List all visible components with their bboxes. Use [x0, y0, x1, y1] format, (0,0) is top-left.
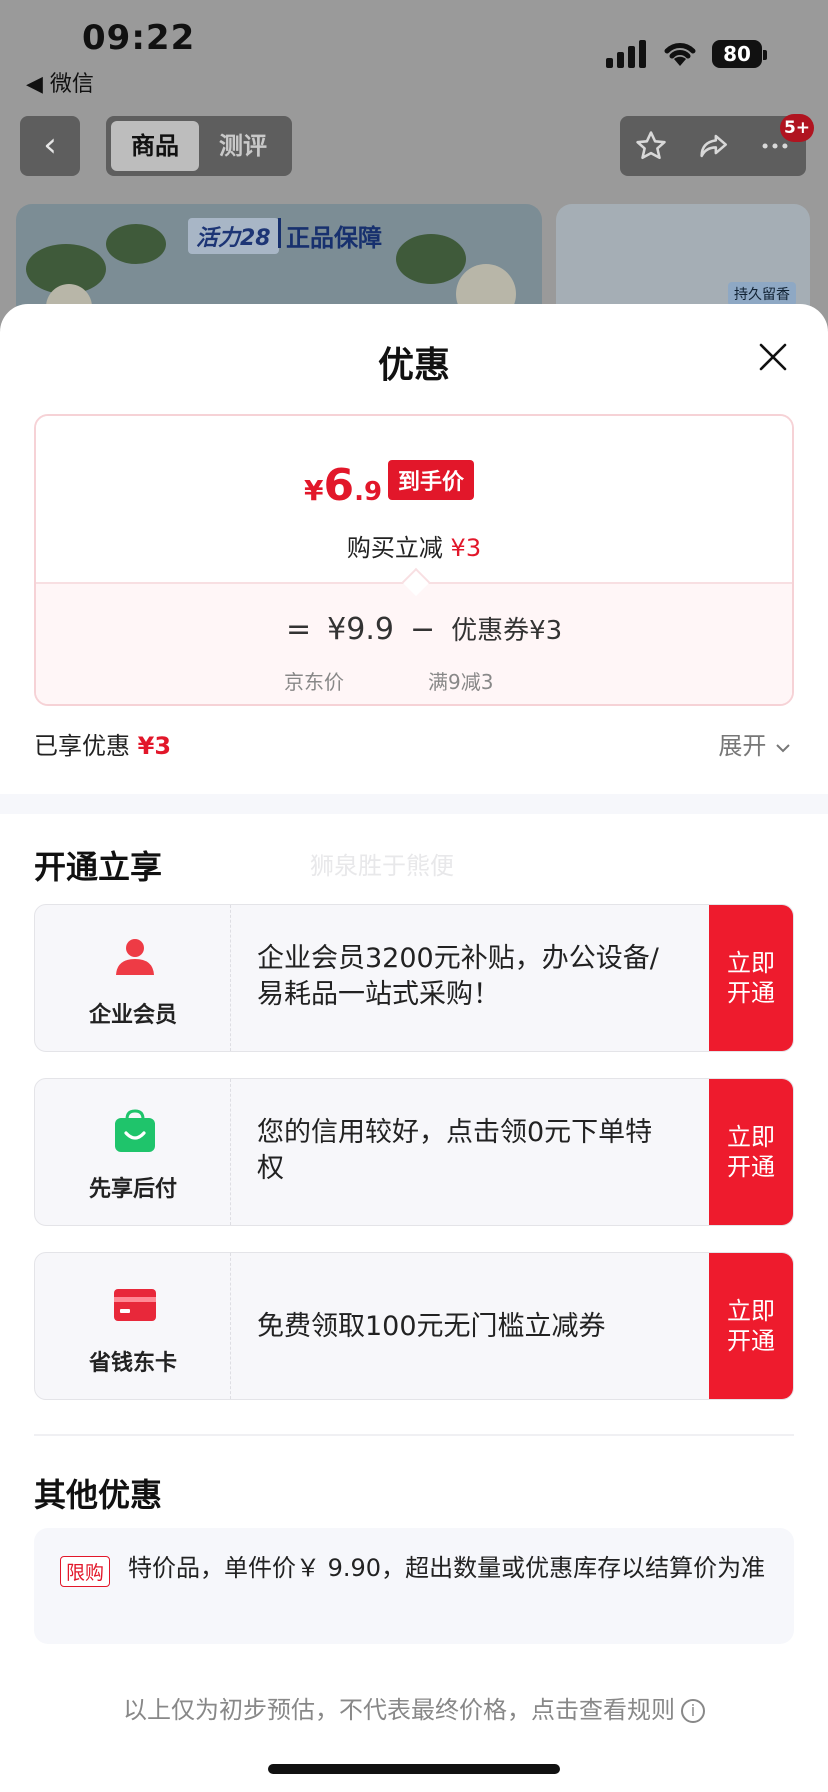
signal-icon — [606, 40, 648, 68]
open-now-button[interactable]: 立即开通 — [709, 905, 793, 1051]
offer-left: 企业会员 — [35, 905, 231, 1051]
open-section-title: 开通立享 — [34, 848, 163, 886]
tab-product[interactable]: 商品 — [111, 121, 199, 171]
offer-enterprise-member[interactable]: 企业会员 企业会员3200元补贴，办公设备/易耗品一站式采购！ 立即开通 — [34, 904, 794, 1052]
person-icon — [116, 939, 154, 975]
final-price-tag: 到手价 — [388, 460, 475, 500]
banner-tag: 持久留香 — [728, 282, 796, 306]
watermark: 狮泉胜于熊便 — [310, 852, 454, 880]
enjoyed-label: 已享优惠 — [34, 732, 130, 760]
coupon-condition: 满9减3 — [428, 670, 494, 694]
offer-left: 省钱东卡 — [35, 1253, 231, 1399]
banner-divider — [278, 218, 281, 248]
info-icon[interactable]: i — [681, 1699, 705, 1723]
final-price-decimal: .9 — [354, 477, 383, 507]
offer-name: 企业会员 — [88, 1003, 177, 1028]
wifi-icon — [664, 43, 696, 66]
nav-back-button[interactable]: ‹ — [20, 116, 80, 176]
tab-review[interactable]: 测评 — [199, 121, 287, 171]
banner-guarantee-text: 正品保障 — [286, 224, 382, 252]
back-to-app-link[interactable]: ◀ 微信 — [26, 66, 94, 98]
offer-description: 企业会员3200元补贴，办公设备/易耗品一站式采购！ — [257, 943, 659, 1010]
offer-savings-card[interactable]: 省钱东卡 免费领取100元无门槛立减券 立即开通 — [34, 1252, 794, 1400]
top-actions — [620, 116, 806, 176]
reduce-value: ¥3 — [450, 534, 482, 562]
home-indicator[interactable] — [268, 1764, 560, 1774]
status-bar: 09:22 ◀ 微信 80 — [0, 0, 828, 100]
brand-logo: 活力28 — [188, 218, 279, 254]
open-now-button[interactable]: 立即开通 — [709, 1253, 793, 1399]
clock: 09:22 — [82, 18, 196, 58]
final-price: ¥6.9 — [304, 460, 382, 511]
page-tabs: 商品 测评 — [106, 116, 292, 176]
leaf-decoration — [106, 224, 166, 264]
section-divider — [0, 794, 828, 814]
coupon-amount: 优惠券¥3 — [451, 616, 563, 646]
other-offer-text: 特价品，单件价￥ 9.90，超出数量或优惠库存以结算价为准 — [128, 1554, 766, 1582]
offer-description: 您的信用较好，点击领0元下单特权 — [257, 1117, 653, 1184]
price-breakdown-card: ¥6.9 到手价 购买立减 ¥3 = ¥9.9 − 优惠券¥3 京东价 满9减3 — [34, 414, 794, 706]
jd-price: ¥9.9 — [327, 612, 394, 647]
expand-button[interactable]: 展开 — [718, 726, 792, 761]
instant-reduction: 购买立减 ¥3 — [36, 528, 792, 563]
close-icon[interactable] — [756, 340, 790, 374]
price-equation: = ¥9.9 − 优惠券¥3 — [286, 610, 562, 647]
discount-sheet: 优惠 ¥6.9 到手价 购买立减 ¥3 = ¥9.9 − 优惠券¥3 京东价 满… — [0, 304, 828, 1792]
other-section-title: 其他优惠 — [34, 1476, 163, 1514]
offer-pay-later[interactable]: 先享后付 您的信用较好，点击领0元下单特权 立即开通 — [34, 1078, 794, 1226]
open-now-button[interactable]: 立即开通 — [709, 1079, 793, 1225]
sheet-title: 优惠 — [377, 345, 450, 386]
card-icon — [114, 1289, 156, 1321]
footnote-text: 以上仅为初步预估，不代表最终价格，点击查看规则 — [123, 1696, 675, 1724]
star-icon[interactable] — [634, 129, 668, 163]
leaf-decoration — [396, 234, 466, 284]
divider — [34, 1434, 794, 1436]
expand-label: 展开 — [718, 732, 767, 760]
jd-price-label: 京东价 — [284, 670, 344, 694]
share-icon[interactable] — [696, 129, 730, 163]
offer-left: 先享后付 — [35, 1079, 231, 1225]
minus-sign: − — [409, 612, 436, 647]
message-badge: 5+ — [780, 114, 814, 142]
offer-name: 先享后付 — [88, 1177, 177, 1202]
offer-name: 省钱东卡 — [88, 1351, 177, 1376]
enjoyed-value: ¥3 — [137, 732, 172, 760]
reduce-label: 购买立减 — [346, 534, 443, 562]
other-offer-card: 限购 特价品，单件价￥ 9.90，超出数量或优惠库存以结算价为准 — [34, 1528, 794, 1644]
offer-description: 免费领取100元无门槛立减券 — [257, 1311, 606, 1342]
equals-sign: = — [286, 612, 312, 647]
limit-tag: 限购 — [60, 1556, 111, 1587]
shopping-bag-icon — [115, 1109, 155, 1152]
enjoyed-discount: 已享优惠 ¥3 — [34, 726, 171, 761]
rules-footnote[interactable]: 以上仅为初步预估，不代表最终价格，点击查看规则 i — [0, 1690, 828, 1725]
final-price-integer: 6 — [323, 460, 355, 511]
battery-icon: 80 — [712, 40, 767, 68]
chevron-down-icon — [776, 744, 790, 753]
currency-symbol: ¥ — [304, 474, 324, 507]
